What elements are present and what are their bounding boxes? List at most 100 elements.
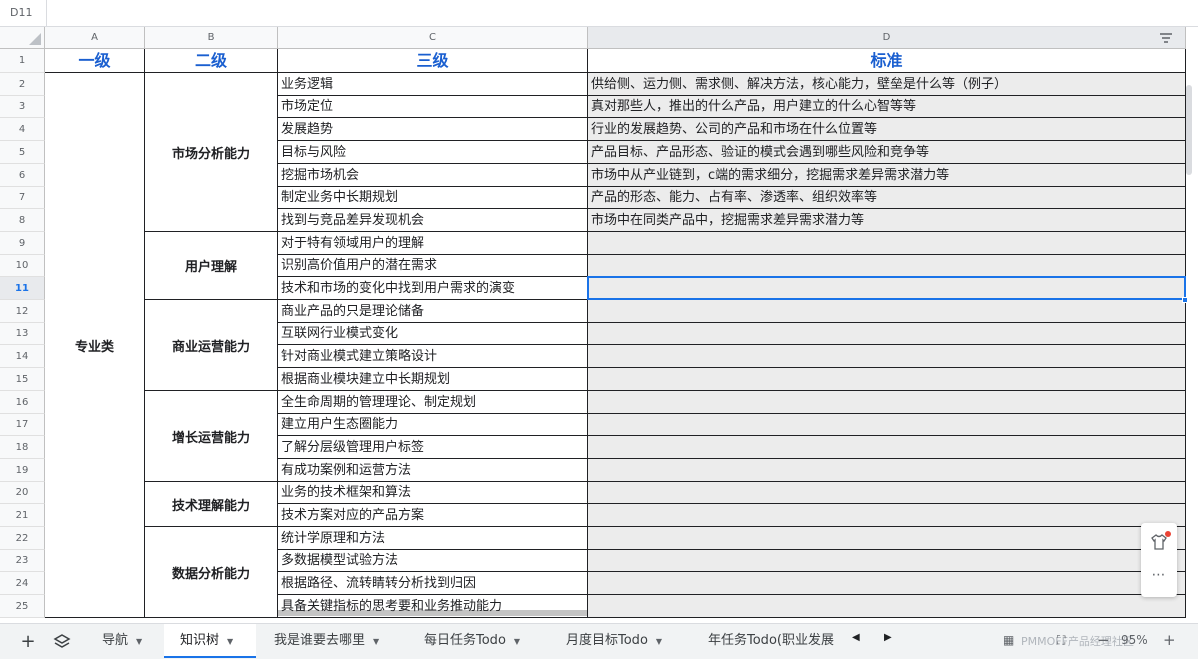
standard-cell[interactable] bbox=[588, 232, 1186, 255]
scroll-tabs-left-icon[interactable]: ◀ bbox=[852, 632, 860, 643]
level3-cell[interactable]: 识别高价值用户的潜在需求 bbox=[278, 255, 588, 277]
row-header[interactable]: 4 bbox=[0, 118, 45, 141]
all-sheets-icon[interactable] bbox=[50, 630, 74, 654]
row-header[interactable]: 3 bbox=[0, 96, 45, 118]
row-header[interactable]: 18 bbox=[0, 436, 45, 459]
row-header[interactable]: 12 bbox=[0, 300, 45, 323]
sheet-tab-knowledge-tree[interactable]: 知识树 ▼ bbox=[164, 624, 256, 658]
level3-cell[interactable]: 有成功案例和运营方法 bbox=[278, 459, 588, 482]
row-header[interactable]: 19 bbox=[0, 459, 45, 482]
grid-view-icon[interactable]: ▦ bbox=[1003, 633, 1014, 647]
standard-cell[interactable] bbox=[588, 459, 1186, 482]
level3-cell[interactable]: 多数据模型试验方法 bbox=[278, 550, 588, 572]
standard-cell[interactable]: 产品目标、产品形态、验证的模式会遇到哪些风险和竞争等 bbox=[588, 141, 1186, 164]
level3-cell[interactable]: 对于特有领域用户的理解 bbox=[278, 232, 588, 255]
row-header[interactable]: 7 bbox=[0, 187, 45, 209]
standard-cell[interactable] bbox=[588, 414, 1186, 436]
name-box[interactable]: D11 bbox=[0, 0, 47, 26]
row-header[interactable]: 21 bbox=[0, 504, 45, 527]
standard-cell[interactable] bbox=[588, 368, 1186, 391]
header-standard[interactable]: 标准 bbox=[588, 49, 1186, 73]
row-header[interactable]: 15 bbox=[0, 368, 45, 391]
level2-group[interactable]: 市场分析能力 bbox=[145, 73, 278, 232]
standard-cell[interactable]: 真对那些人，推出的什么产品，用户建立的什么心智等等 bbox=[588, 96, 1186, 118]
standard-cell[interactable] bbox=[588, 572, 1186, 595]
row-header[interactable]: 16 bbox=[0, 391, 45, 414]
standard-cell[interactable] bbox=[588, 527, 1186, 550]
level3-cell[interactable]: 根据路径、流转睛转分析找到归因 bbox=[278, 572, 588, 595]
row-header[interactable]: 14 bbox=[0, 345, 45, 368]
row-header[interactable]: 2 bbox=[0, 73, 45, 96]
column-header-d[interactable]: D bbox=[588, 27, 1186, 49]
sheet-tab-nav[interactable]: 导航 ▼ bbox=[86, 624, 162, 658]
fill-handle[interactable] bbox=[1182, 297, 1188, 303]
level3-cell[interactable]: 业务逻辑 bbox=[278, 73, 588, 96]
row-header[interactable]: 23 bbox=[0, 550, 45, 572]
standard-cell[interactable] bbox=[588, 300, 1186, 323]
standard-cell[interactable] bbox=[588, 277, 1186, 300]
level3-cell[interactable]: 针对商业模式建立策略设计 bbox=[278, 345, 588, 368]
level2-group[interactable]: 商业运营能力 bbox=[145, 300, 278, 391]
level3-cell[interactable]: 业务的技术框架和算法 bbox=[278, 482, 588, 504]
standard-cell[interactable]: 市场中在同类产品中，挖掘需求差异需求潜力等 bbox=[588, 209, 1186, 232]
column-header-b[interactable]: B bbox=[145, 27, 278, 49]
level3-cell[interactable]: 技术和市场的变化中找到用户需求的演变 bbox=[278, 277, 588, 300]
level3-cell[interactable]: 全生命周期的管理理论、制定规划 bbox=[278, 391, 588, 414]
sheet-tab-who-am-i[interactable]: 我是谁要去哪里 ▼ bbox=[258, 624, 394, 658]
level3-cell[interactable]: 市场定位 bbox=[278, 96, 588, 118]
row-header[interactable]: 1 bbox=[0, 49, 45, 73]
level1-group[interactable]: 专业类 bbox=[45, 73, 145, 618]
row-header[interactable]: 24 bbox=[0, 572, 45, 595]
level3-cell[interactable]: 具备关键指标的思考要和业务推动能力 bbox=[278, 595, 588, 618]
row-header[interactable]: 10 bbox=[0, 255, 45, 277]
header-level2[interactable]: 二级 bbox=[145, 49, 278, 73]
column-header-c[interactable]: C bbox=[278, 27, 588, 49]
standard-cell[interactable] bbox=[588, 391, 1186, 414]
zoom-level[interactable]: 95% bbox=[1121, 633, 1148, 647]
zoom-out-icon[interactable]: − bbox=[1097, 631, 1110, 649]
level3-cell[interactable]: 发展趋势 bbox=[278, 118, 588, 141]
level3-cell[interactable]: 互联网行业模式变化 bbox=[278, 323, 588, 345]
level2-group[interactable]: 增长运营能力 bbox=[145, 391, 278, 482]
level3-cell[interactable]: 了解分层级管理用户标签 bbox=[278, 436, 588, 459]
row-header[interactable]: 9 bbox=[0, 232, 45, 255]
standard-cell[interactable] bbox=[588, 345, 1186, 368]
level3-cell[interactable]: 根据商业模块建立中长期规划 bbox=[278, 368, 588, 391]
level3-cell[interactable]: 目标与风险 bbox=[278, 141, 588, 164]
level3-cell[interactable]: 挖掘市场机会 bbox=[278, 164, 588, 187]
level2-group[interactable]: 技术理解能力 bbox=[145, 482, 278, 527]
row-header[interactable]: 25 bbox=[0, 595, 45, 618]
level3-cell[interactable]: 找到与竞品差异发现机会 bbox=[278, 209, 588, 232]
row-header[interactable]: 13 bbox=[0, 323, 45, 345]
standard-cell[interactable] bbox=[588, 504, 1186, 527]
level3-cell[interactable]: 建立用户生态圈能力 bbox=[278, 414, 588, 436]
fullscreen-icon[interactable]: ⛶ bbox=[1057, 633, 1065, 648]
standard-cell[interactable]: 产品的形态、能力、占有率、渗透率、组织效率等 bbox=[588, 187, 1186, 209]
level3-cell[interactable]: 制定业务中长期规划 bbox=[278, 187, 588, 209]
more-icon[interactable]: ⋯ bbox=[1141, 567, 1177, 583]
header-level1[interactable]: 一级 bbox=[45, 49, 145, 73]
select-all-corner[interactable] bbox=[0, 27, 45, 49]
scroll-tabs-right-icon[interactable]: ▶ bbox=[884, 632, 892, 643]
level3-cell[interactable]: 统计学原理和方法 bbox=[278, 527, 588, 550]
standard-cell[interactable] bbox=[588, 323, 1186, 345]
vertical-scrollbar[interactable] bbox=[1186, 85, 1192, 175]
standard-cell[interactable] bbox=[588, 436, 1186, 459]
row-header[interactable]: 8 bbox=[0, 209, 45, 232]
add-sheet-icon[interactable]: + bbox=[16, 630, 40, 654]
standard-cell[interactable] bbox=[588, 550, 1186, 572]
row-header[interactable]: 22 bbox=[0, 527, 45, 550]
zoom-in-icon[interactable]: + bbox=[1163, 631, 1176, 649]
row-header[interactable]: 20 bbox=[0, 482, 45, 504]
standard-cell[interactable]: 供给侧、运力侧、需求侧、解决方法，核心能力，壁垒是什么等（例子） bbox=[588, 73, 1186, 96]
level3-cell[interactable]: 商业产品的只是理论储备 bbox=[278, 300, 588, 323]
filter-icon[interactable] bbox=[1159, 31, 1173, 45]
row-header[interactable]: 5 bbox=[0, 141, 45, 164]
row-header[interactable]: 11 bbox=[0, 277, 45, 300]
level3-cell[interactable]: 技术方案对应的产品方案 bbox=[278, 504, 588, 527]
standard-cell[interactable] bbox=[588, 482, 1186, 504]
standard-cell[interactable]: 行业的发展趋势、公司的产品和市场在什么位置等 bbox=[588, 118, 1186, 141]
standard-cell[interactable] bbox=[588, 255, 1186, 277]
standard-cell[interactable] bbox=[588, 595, 1186, 618]
sheet-tab-daily-todo[interactable]: 每日任务Todo ▼ bbox=[408, 624, 548, 658]
